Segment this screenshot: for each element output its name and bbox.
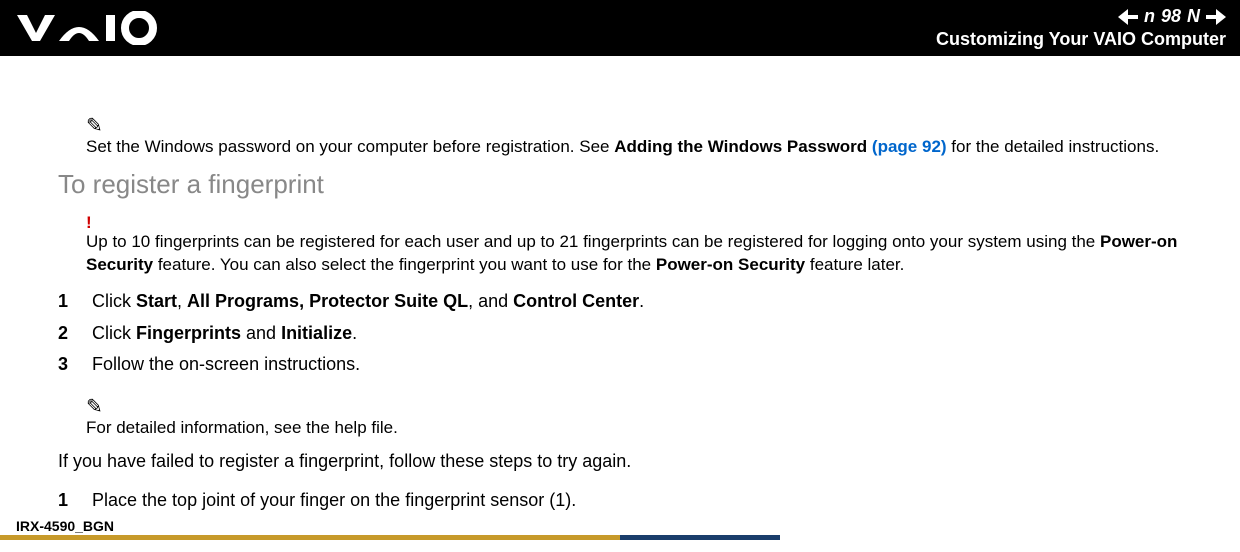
footer-bar-gold [0,535,620,540]
section-title: Customizing Your VAIO Computer [936,29,1226,50]
step-text: Place the top joint of your finger on th… [92,486,576,515]
warning-1: ! Up to 10 fingerprints can be registere… [86,214,1200,277]
page-nav: n 98 N [1118,6,1226,27]
step-text: Click Fingerprints and Initialize. [92,319,357,348]
body-paragraph: If you have failed to register a fingerp… [58,448,1200,476]
pencil-icon: ✎ [86,397,1200,417]
step-text: Click Start, All Programs, Protector Sui… [92,287,644,316]
page-number: 98 [1161,6,1181,27]
list-item: 2 Click Fingerprints and Initialize. [58,319,1200,348]
step-list-1: 1 Click Start, All Programs, Protector S… [58,287,1200,379]
list-item: 3 Follow the on-screen instructions. [58,350,1200,379]
exclamation-icon: ! [86,214,1200,231]
page-92-link[interactable]: (page 92) [872,137,947,156]
note-2-text: For detailed information, see the help f… [86,417,1200,440]
vaio-logo [14,11,164,45]
page-content: ✎ Set the Windows password on your compu… [0,56,1240,515]
section-heading: To register a fingerprint [58,169,1200,200]
list-item: 1 Place the top joint of your finger on … [58,486,1200,515]
prev-page-arrow[interactable] [1118,9,1138,25]
nav-n-right: N [1187,6,1200,27]
step-list-2: 1 Place the top joint of your finger on … [58,486,1200,515]
footer-bar-blue [620,535,780,540]
note-1: ✎ Set the Windows password on your compu… [86,116,1200,159]
nav-n-left: n [1144,6,1155,27]
pencil-icon: ✎ [86,116,1200,136]
note-2: ✎ For detailed information, see the help… [86,397,1200,440]
footer-code: IRX-4590_BGN [16,518,114,534]
warning-text: Up to 10 fingerprints can be registered … [86,231,1200,277]
next-page-arrow[interactable] [1206,9,1226,25]
header-right: n 98 N Customizing Your VAIO Computer [936,6,1226,50]
list-item: 1 Click Start, All Programs, Protector S… [58,287,1200,316]
step-text: Follow the on-screen instructions. [92,350,360,379]
note-1-text: Set the Windows password on your compute… [86,136,1200,159]
page-header: n 98 N Customizing Your VAIO Computer [0,0,1240,56]
